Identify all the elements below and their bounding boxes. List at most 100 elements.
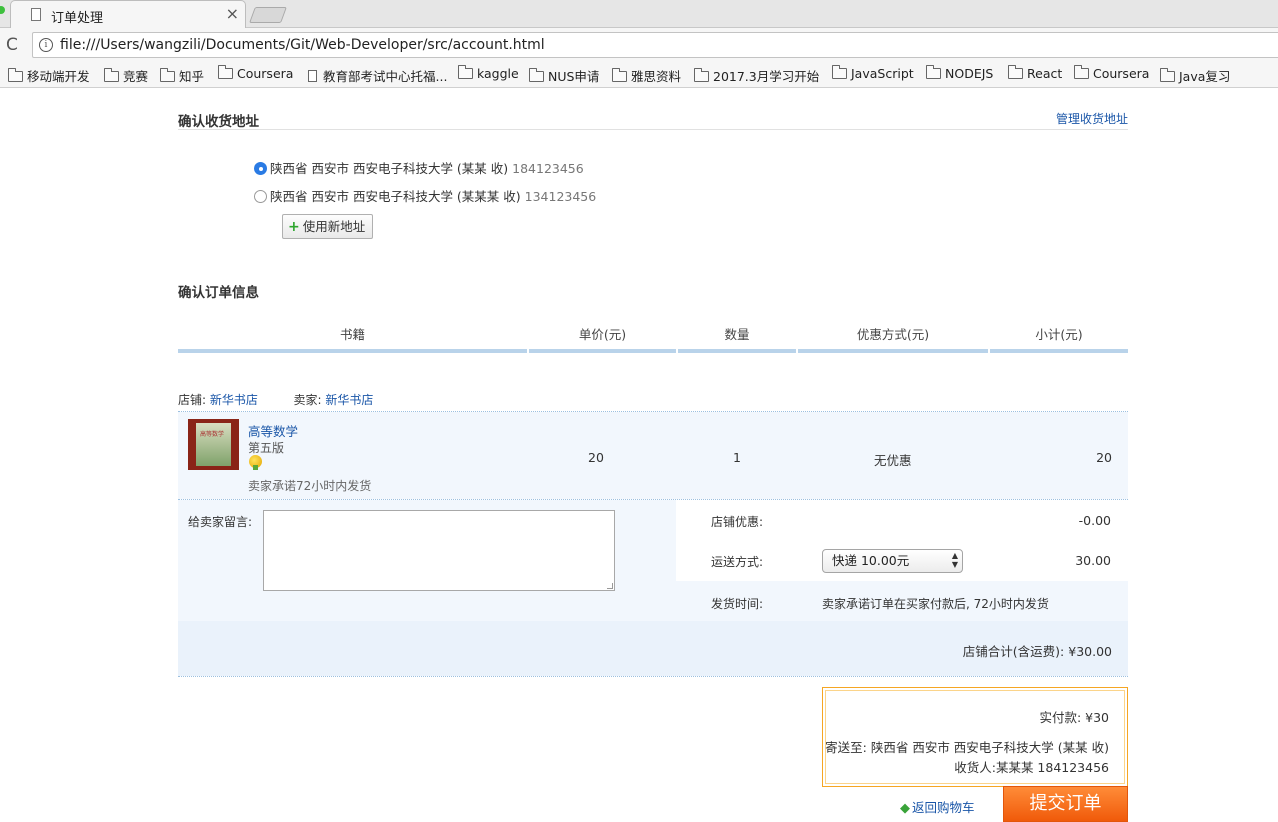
ship-to-label: 寄送至:: [825, 740, 867, 755]
bookmark-item[interactable]: JavaScript: [832, 65, 914, 81]
bookmark-item[interactable]: kaggle: [458, 65, 519, 81]
shop-total: 店铺合计(含运费): ¥30.00: [963, 641, 1112, 660]
column-header-quantity: 数量: [724, 327, 750, 342]
folder-icon: [832, 65, 847, 79]
divider: [178, 129, 1128, 130]
folder-icon: [458, 65, 473, 79]
bookmark-item[interactable]: NODEJS: [926, 65, 993, 81]
shop-total-row: 店铺合计(含运费): ¥30.00: [178, 621, 1128, 676]
address-text: 陕西省 西安市 西安电子科技大学 (某某某 收): [270, 189, 521, 204]
submit-order-button[interactable]: 提交订单: [1003, 786, 1128, 822]
seller-message-area: 给卖家留言:: [178, 500, 676, 621]
url-text[interactable]: file:///Users/wangzili/Documents/Git/Web…: [60, 37, 545, 53]
bookmark-item[interactable]: 移动端开发: [8, 66, 90, 85]
paid-value: ¥30: [1085, 710, 1109, 725]
ship-to-value: 陕西省 西安市 西安电子科技大学 (某某 收): [870, 740, 1109, 755]
book-edition: 第五版: [248, 441, 285, 455]
order-item-row: 高等数学 高等数学 第五版 卖家承诺72小时内发货 20 1 无优惠 20: [178, 412, 1128, 499]
column-header-discount: 优惠方式(元): [856, 327, 930, 342]
new-address-button[interactable]: + 使用新地址: [282, 214, 374, 239]
bookmark-item[interactable]: Java复习: [1160, 66, 1230, 85]
dotted-divider: [178, 676, 1128, 677]
cover-title: 高等数学: [200, 431, 225, 438]
radio-icon[interactable]: [254, 190, 267, 203]
message-textarea[interactable]: [263, 510, 615, 591]
folder-icon: [926, 65, 941, 79]
shop-discount-label: 店铺优惠:: [711, 515, 764, 529]
item-subtotal: 20: [1096, 450, 1112, 465]
folder-icon: [104, 68, 119, 82]
folder-icon: [218, 65, 233, 79]
payment-summary-box: 实付款: ¥30 寄送至: 陕西省 西安市 西安电子科技大学 (某某 收) 收货…: [822, 687, 1128, 787]
shop-link[interactable]: 新华书店: [210, 393, 258, 407]
bookmark-item[interactable]: React: [1008, 65, 1062, 81]
book-cover-image[interactable]: 高等数学: [188, 419, 239, 470]
reload-icon[interactable]: C: [6, 35, 18, 55]
shipping-value: 30.00: [1075, 553, 1111, 568]
browser-tab[interactable]: 订单处理 ×: [10, 0, 246, 28]
folder-icon: [694, 68, 709, 82]
column-header-subtotal: 小计(元): [1035, 327, 1083, 342]
book-title-link[interactable]: 高等数学: [248, 421, 298, 440]
ship-time-text: 卖家承诺订单在买家付款后, 72小时内发货: [822, 597, 1049, 611]
header-underline: [178, 349, 527, 353]
browser-tab-bar: 订单处理 ×: [0, 0, 1278, 28]
paid-label: 实付款:: [1039, 710, 1082, 725]
delivery-promise: 卖家承诺72小时内发货: [248, 479, 372, 493]
folder-icon: [8, 68, 23, 82]
header-underline: [990, 349, 1128, 353]
radio-selected-icon[interactable]: [254, 162, 267, 175]
receiver: 收货人:某某某 184123456: [954, 757, 1109, 776]
info-icon[interactable]: i: [39, 38, 53, 52]
folder-icon: [1074, 65, 1089, 79]
page-icon: [308, 70, 317, 82]
bookmark-item[interactable]: Coursera: [1074, 65, 1149, 81]
bookmark-item[interactable]: NUS申请: [529, 66, 599, 85]
folder-icon: [160, 68, 175, 82]
bookmark-item[interactable]: 知乎: [160, 66, 204, 85]
shop-total-value: ¥30.00: [1068, 644, 1112, 659]
new-tab-button[interactable]: [249, 7, 287, 23]
item-quantity: 1: [733, 450, 741, 465]
select-arrows-icon: ▲ ▼: [951, 551, 958, 569]
header-underline: [798, 349, 988, 353]
back-to-cart-link[interactable]: ◆ 返回购物车: [900, 797, 975, 816]
address-section-title: 确认收货地址: [178, 114, 259, 130]
paid-amount: 实付款: ¥30: [1039, 707, 1109, 726]
shipping-select[interactable]: 快递 10.00元 ▲ ▼: [822, 549, 963, 573]
bookmark-item[interactable]: 竞赛: [104, 66, 148, 85]
shop-info: 店铺: 新华书店 卖家: 新华书店: [178, 391, 373, 408]
folder-icon: [1008, 65, 1023, 79]
back-to-cart-label: 返回购物车: [912, 800, 975, 815]
address-option[interactable]: 陕西省 西安市 西安电子科技大学 (某某 收) 184123456: [254, 158, 584, 177]
bookmark-item[interactable]: Coursera: [218, 65, 293, 81]
folder-icon: [612, 68, 627, 82]
bookmark-item[interactable]: 教育部考试中心托福...: [308, 66, 447, 85]
seller-link[interactable]: 新华书店: [325, 393, 373, 407]
page-content: 确认收货地址 管理收货地址 陕西省 西安市 西安电子科技大学 (某某 收) 18…: [0, 88, 1278, 822]
shop-discount-value: -0.00: [1078, 513, 1111, 528]
window-control-icon[interactable]: [0, 6, 5, 14]
order-section-title: 确认订单信息: [178, 285, 259, 301]
manage-address-link[interactable]: 管理收货地址: [1056, 110, 1128, 127]
plus-icon: +: [288, 219, 300, 235]
resize-handle-icon[interactable]: [607, 583, 613, 589]
folder-icon: [1160, 68, 1175, 82]
address-bar: C i file:///Users/wangzili/Documents/Git…: [0, 28, 1278, 62]
address-option[interactable]: 陕西省 西安市 西安电子科技大学 (某某某 收) 134123456: [254, 186, 596, 205]
shipping-label: 运送方式:: [711, 555, 764, 569]
seller-badge-icon: [249, 455, 262, 470]
item-discount: 无优惠: [874, 453, 912, 468]
receiver-label: 收货人:: [954, 760, 996, 775]
url-field[interactable]: i file:///Users/wangzili/Documents/Git/W…: [32, 32, 1278, 58]
item-price: 20: [588, 450, 604, 465]
header-underline: [678, 349, 796, 353]
bookmark-item[interactable]: 2017.3月学习开始: [694, 66, 819, 85]
ship-time-label: 发货时间:: [711, 597, 764, 611]
shop-label: 店铺:: [178, 393, 207, 407]
bookmarks-bar: 移动端开发 竞赛 知乎 Coursera 教育部考试中心托福... kaggle…: [0, 62, 1278, 88]
close-tab-icon[interactable]: ×: [226, 4, 239, 23]
bookmark-item[interactable]: 雅思资料: [612, 66, 681, 85]
tab-title: 订单处理: [51, 11, 104, 26]
page-icon: [31, 8, 41, 21]
